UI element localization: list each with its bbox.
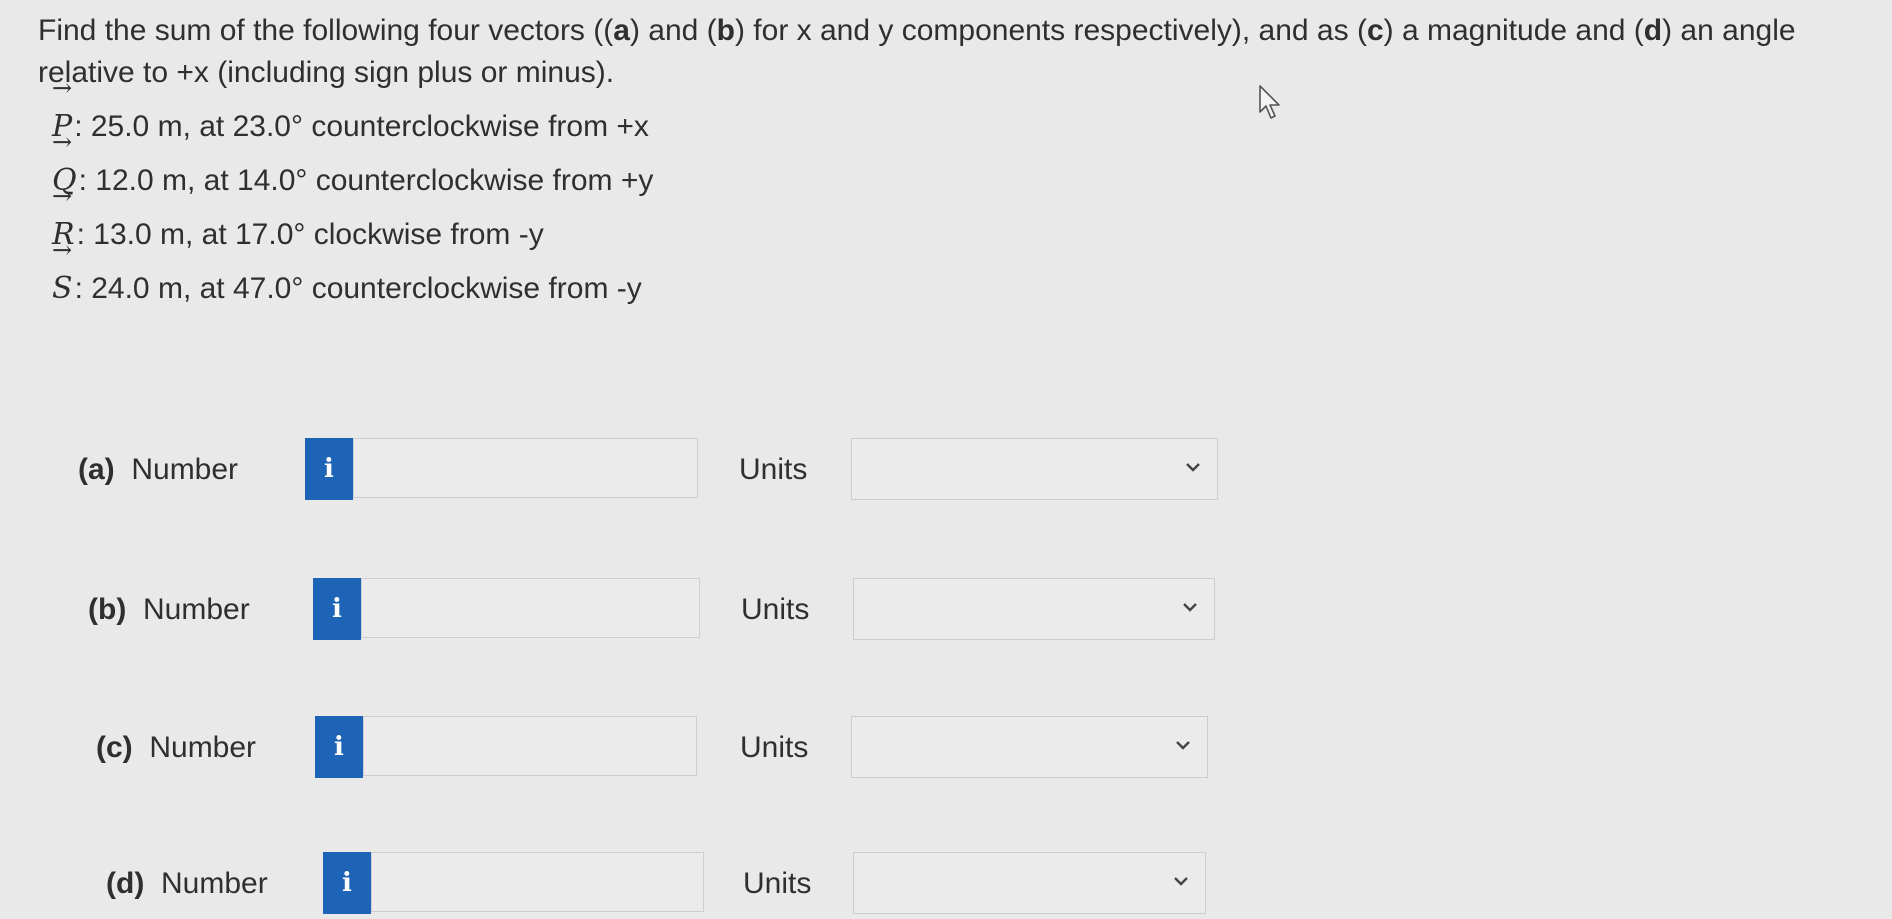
number-label: Number xyxy=(142,593,250,626)
info-icon[interactable]: i xyxy=(313,578,361,640)
vector-r: → R: 13.0 m, at 17.0° clockwise from -y xyxy=(52,184,653,262)
number-input-b[interactable] xyxy=(361,578,700,638)
units-dropdown-b[interactable] xyxy=(853,578,1215,640)
vector-arrow: → xyxy=(52,236,73,264)
number-input-c[interactable] xyxy=(363,716,697,776)
vector-description: : 12.0 m, at 14.0° counterclockwise from… xyxy=(78,164,654,197)
units-dropdown-c[interactable] xyxy=(851,716,1208,778)
question-line-2: relative to +x (including sign plus or m… xyxy=(38,56,615,89)
question-line-1: Find the sum of the following four vecto… xyxy=(38,14,1796,47)
number-input-a[interactable] xyxy=(353,438,698,498)
units-dropdown-d[interactable] xyxy=(853,852,1206,914)
number-input-d[interactable] xyxy=(371,852,704,912)
vector-p: → P: 25.0 m, at 23.0° counterclockwise fr… xyxy=(52,76,653,154)
units-label-a: Units xyxy=(739,453,808,486)
vector-s: → S: 24.0 m, at 47.0° counterclockwise fr… xyxy=(52,236,653,316)
vector-description: : 13.0 m, at 17.0° clockwise from -y xyxy=(76,218,544,251)
units-dropdown-a[interactable] xyxy=(851,438,1218,500)
mouse-cursor-icon xyxy=(1259,85,1280,119)
chevron-down-icon xyxy=(1176,741,1190,750)
vector-description: : 25.0 m, at 23.0° counterclockwise from… xyxy=(74,110,649,143)
units-label-d: Units xyxy=(743,867,812,900)
units-label-b: Units xyxy=(741,593,810,626)
number-field-c[interactable] xyxy=(364,717,696,775)
vector-arrow: → xyxy=(52,74,73,102)
vector-symbol: → S xyxy=(52,236,73,306)
number-field-a[interactable] xyxy=(354,439,697,497)
number-field-d[interactable] xyxy=(372,853,703,911)
units-label-c: Units xyxy=(740,731,809,764)
chevron-down-icon xyxy=(1183,603,1197,612)
number-field-b[interactable] xyxy=(362,579,699,637)
vector-arrow: → xyxy=(52,128,73,156)
vector-q: → Q: 12.0 m, at 14.0° counterclockwise fr… xyxy=(52,130,654,208)
info-icon[interactable]: i xyxy=(323,852,371,914)
number-label: Number xyxy=(131,453,239,486)
part-d-label: (d) Number xyxy=(106,867,268,900)
part-a-label: (a) Number xyxy=(78,453,239,486)
vector-list: → P: 25.0 m, at 23.0° counterclockwise fr… xyxy=(52,76,654,316)
part-b-label: (b) Number xyxy=(88,593,250,626)
vector-arrow: → xyxy=(52,182,73,210)
vector-description: : 24.0 m, at 47.0° counterclockwise from… xyxy=(74,272,642,305)
chevron-down-icon xyxy=(1174,877,1188,886)
number-label: Number xyxy=(149,731,257,764)
question-text: Find the sum of the following four vecto… xyxy=(38,10,1858,94)
part-c-label: (c) Number xyxy=(96,731,257,764)
info-icon[interactable]: i xyxy=(305,438,353,500)
chevron-down-icon xyxy=(1186,463,1200,472)
number-label: Number xyxy=(160,867,268,900)
info-icon[interactable]: i xyxy=(315,716,363,778)
